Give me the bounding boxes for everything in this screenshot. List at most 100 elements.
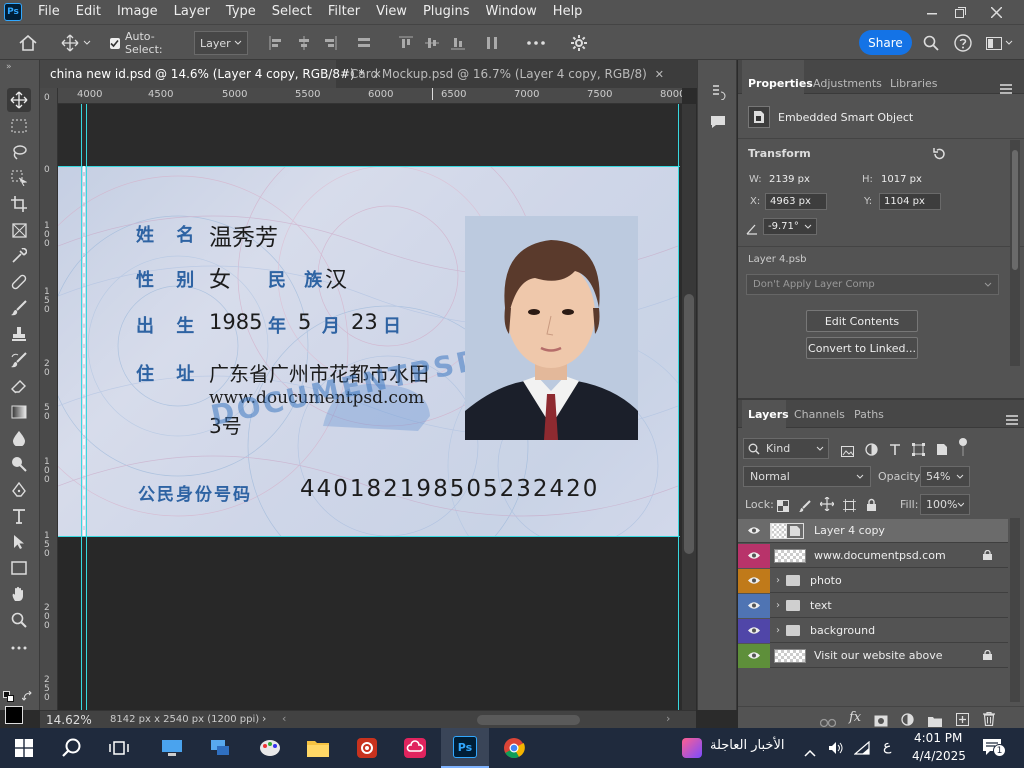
menu-filter[interactable]: Filter — [320, 0, 368, 24]
history-icon[interactable] — [710, 84, 726, 104]
input-language[interactable]: ع — [883, 738, 891, 754]
vertical-scrollbar[interactable] — [682, 104, 696, 710]
menu-plugins[interactable]: Plugins — [415, 0, 478, 24]
y-position-field[interactable]: 1104 px — [879, 193, 941, 210]
guide-line[interactable] — [58, 166, 680, 167]
layer-name[interactable]: www.documentpsd.com — [814, 549, 946, 562]
marquee-tool[interactable] — [7, 114, 31, 138]
auto-select-checkbox[interactable]: Auto-Select: — [110, 30, 186, 56]
zoom-tool[interactable] — [7, 608, 31, 632]
layer-row-photo[interactable]: › photo — [738, 568, 1008, 593]
menu-edit[interactable]: Edit — [68, 0, 109, 24]
layer-row-www-documentpsd[interactable]: www.documentpsd.com — [738, 543, 1008, 568]
tab-card-mockup[interactable]: Card Mockup.psd @ 16.7% (Layer 4 copy, R… — [340, 60, 664, 88]
eraser-tool[interactable] — [7, 374, 31, 398]
home-button[interactable] — [16, 31, 40, 55]
layer-row-visit-our-website[interactable]: Visit our website above — [738, 643, 1008, 668]
visibility-toggle[interactable] — [738, 519, 770, 543]
history-brush-tool[interactable] — [7, 348, 31, 372]
guide-line[interactable] — [86, 104, 87, 710]
visibility-toggle[interactable] — [738, 543, 770, 568]
search-button[interactable] — [920, 31, 942, 55]
collapse-chevrons-icon[interactable]: » — [6, 62, 12, 72]
lock-pixels-icon[interactable] — [799, 497, 811, 516]
healing-brush-tool[interactable] — [7, 270, 31, 294]
chevron-right-icon[interactable]: › — [262, 712, 266, 725]
distribute-button[interactable] — [356, 31, 372, 55]
layer-name[interactable]: text — [810, 599, 832, 612]
notification-center-button[interactable]: 1 — [982, 738, 1006, 760]
lock-position-icon[interactable] — [819, 496, 835, 515]
tab-layers[interactable]: Layers — [748, 408, 789, 421]
chevron-up-icon[interactable] — [804, 742, 816, 761]
taskbar-app-file-explorer[interactable] — [304, 734, 332, 762]
minimize-button[interactable] — [918, 0, 946, 24]
brush-tool[interactable] — [7, 296, 31, 320]
move-tool-preset[interactable] — [56, 31, 96, 55]
reset-transform-icon[interactable] — [932, 146, 946, 165]
speaker-icon[interactable] — [828, 740, 844, 759]
chevron-right-icon[interactable]: › — [770, 575, 786, 586]
taskbar-app-chrome[interactable] — [500, 734, 528, 762]
tab-libraries[interactable]: Libraries — [890, 77, 938, 90]
menu-view[interactable]: View — [368, 0, 415, 24]
fill-field[interactable]: 100% — [920, 494, 970, 515]
chevron-right-icon[interactable]: › — [666, 712, 670, 725]
document-canvas[interactable]: 姓 名 温秀芳 性 别 女 民 族 汉 出 生 1985 年 5 月 23 日 … — [58, 104, 680, 710]
close-icon[interactable]: ✕ — [655, 68, 664, 81]
default-colors-icon[interactable] — [3, 688, 15, 702]
swap-colors-icon[interactable] — [21, 688, 34, 701]
taskbar-app-creative-cloud[interactable] — [401, 734, 429, 762]
opacity-field[interactable]: 54% — [920, 466, 970, 487]
layers-scrollbar[interactable] — [1010, 518, 1020, 702]
layer-name[interactable]: Layer 4 copy — [814, 524, 885, 537]
type-tool[interactable] — [7, 504, 31, 528]
filter-type-icon[interactable] — [889, 441, 901, 460]
align-bottom-button[interactable] — [450, 31, 466, 55]
menu-layer[interactable]: Layer — [166, 0, 218, 24]
lock-transparent-icon[interactable] — [777, 497, 789, 516]
share-button[interactable]: Share — [859, 30, 912, 55]
taskbar-app-network[interactable] — [206, 734, 234, 762]
move-tool[interactable] — [7, 88, 31, 112]
taskbar-app-this-pc[interactable] — [158, 734, 186, 762]
horizontal-scroll-thumb[interactable] — [477, 715, 580, 725]
align-left-button[interactable] — [268, 31, 284, 55]
filter-adjustment-icon[interactable] — [865, 441, 878, 460]
taskbar-app-photoshop-active[interactable]: Ps — [441, 728, 489, 768]
news-label[interactable]: الأخبار العاجلة — [710, 738, 784, 753]
menu-select[interactable]: Select — [264, 0, 320, 24]
chevron-right-icon[interactable]: › — [770, 600, 786, 611]
frame-tool[interactable] — [7, 218, 31, 242]
chevron-left-icon[interactable]: ‹ — [282, 712, 286, 725]
filter-shape-icon[interactable] — [912, 441, 925, 460]
auto-select-dropdown[interactable]: Layer — [194, 31, 248, 55]
menu-window[interactable]: Window — [478, 0, 545, 24]
id-card-image[interactable]: 姓 名 温秀芳 性 别 女 民 族 汉 出 生 1985 年 5 月 23 日 … — [58, 166, 678, 536]
angle-field[interactable]: -9.71° — [763, 218, 817, 235]
guide-line[interactable] — [678, 104, 679, 710]
layer-row-layer-4-copy[interactable]: Layer 4 copy — [738, 519, 1008, 543]
fx-icon[interactable]: fx — [849, 710, 861, 725]
lock-artboard-icon[interactable] — [843, 497, 856, 516]
eyedropper-tool[interactable] — [7, 244, 31, 268]
taskbar-search-button[interactable] — [58, 734, 86, 762]
tab-china-new-id[interactable]: china new id.psd @ 14.6% (Layer 4 copy, … — [40, 60, 382, 88]
rectangle-tool[interactable] — [7, 556, 31, 580]
filter-smart-object-icon[interactable] — [936, 441, 948, 460]
comments-icon[interactable] — [710, 114, 726, 133]
foreground-color-swatch[interactable] — [5, 706, 23, 724]
lasso-tool[interactable] — [7, 140, 31, 164]
width-value[interactable]: 2139 px — [769, 174, 810, 185]
pen-tool[interactable] — [7, 478, 31, 502]
settings-button[interactable] — [568, 31, 590, 55]
help-button[interactable] — [952, 31, 974, 55]
filter-toggle-icon[interactable] — [958, 438, 968, 460]
layer-name[interactable]: Visit our website above — [814, 649, 943, 662]
height-value[interactable]: 1017 px — [881, 174, 922, 185]
visibility-toggle[interactable] — [738, 568, 770, 593]
dodge-tool[interactable] — [7, 452, 31, 476]
align-top-button[interactable] — [398, 31, 414, 55]
blend-mode-dropdown[interactable]: Normal — [743, 466, 871, 487]
distribute-vertical-button[interactable] — [484, 31, 500, 55]
